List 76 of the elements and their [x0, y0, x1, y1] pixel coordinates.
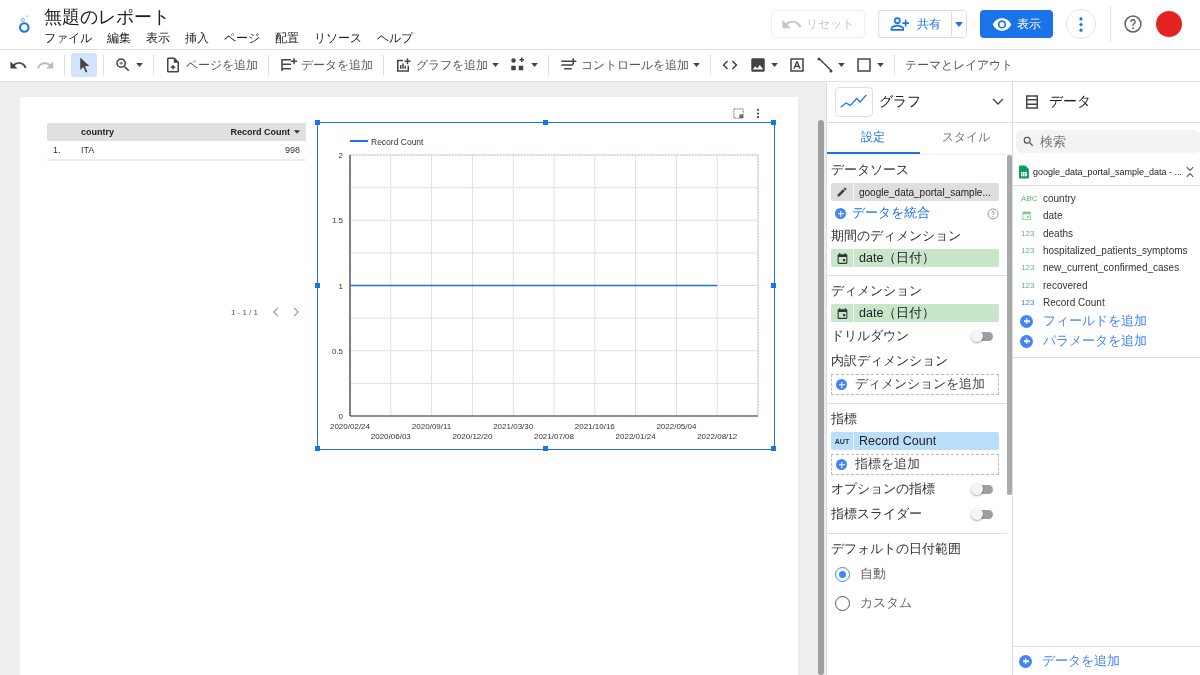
field-item[interactable]: 123 new_current_confirmed_cases [1013, 259, 1200, 277]
y-tick-label: 1 [338, 281, 343, 291]
x-tick-label: 2022/05/04 [656, 422, 697, 431]
y-tick-label: 0 [338, 412, 343, 421]
toolbar-button[interactable]: テーマとレイアウト [901, 53, 1017, 78]
toolbar-button[interactable]: データを追加 [275, 53, 377, 78]
pagination-text: 1 - 1 / 1 [230, 307, 258, 317]
section-heading: デフォルトの日付範囲 [831, 541, 962, 558]
x-tick-label: 2020/02/24 [330, 422, 370, 431]
section-heading: 内訳ディメンション [831, 353, 949, 370]
toolbar-button[interactable]: コントロールを追加 [555, 53, 704, 78]
menu-item[interactable]: 表示 [146, 29, 170, 47]
add-dimension-button[interactable]: ディメンションを追加 [831, 374, 999, 395]
x-tick-label: 2020/12/20 [452, 432, 493, 441]
menu-item[interactable]: 配置 [275, 29, 299, 47]
x-tick-label: 2021/03/30 [493, 422, 534, 431]
radio-label: カスタム [860, 595, 912, 612]
data-source-name[interactable]: google_data_portal_sample_data - ... [1032, 167, 1183, 177]
y-tick-label: 1.5 [331, 216, 343, 226]
section-heading: 指標 [831, 411, 858, 428]
panel-title: グラフ [879, 93, 922, 111]
data-source-chip[interactable]: google_data_portal_sample... [831, 183, 999, 201]
field-type-label: ABC [1021, 194, 1038, 204]
view-button[interactable]: 表示 [980, 10, 1053, 39]
table-cell-text: ITA [81, 145, 96, 155]
add-parameter-link[interactable]: パラメータを追加 [1013, 331, 1200, 352]
x-tick-label: 2020/06/03 [370, 432, 411, 441]
table-cell-text: 998 [284, 145, 301, 155]
add-field-link[interactable]: フィールドを追加 [1013, 311, 1200, 332]
field-type-label: 123 [1021, 246, 1035, 256]
toolbar-button[interactable]: ページを追加 [160, 53, 262, 78]
y-tick-label: 2 [338, 151, 343, 160]
field-item[interactable]: ABC country [1013, 190, 1200, 208]
toggle-label: ドリルダウン [831, 328, 909, 345]
menu-item[interactable]: ヘルプ [377, 29, 413, 47]
field-item[interactable]: date [1013, 207, 1200, 225]
x-tick-label: 2021/07/08 [534, 432, 574, 441]
radio-label: 自動 [860, 566, 886, 583]
add-metric-button[interactable]: 指標を追加 [831, 454, 999, 475]
field-item[interactable]: 123 deaths [1013, 224, 1200, 242]
row-number: 1. [52, 145, 62, 155]
x-tick-label: 2021/10/16 [574, 422, 615, 431]
menu-item[interactable]: 編集 [107, 29, 131, 47]
dimension-chip[interactable]: date（日付） [831, 304, 999, 322]
dimension-chip[interactable]: date（日付） [831, 249, 999, 267]
column-header[interactable]: Record Count [230, 127, 306, 137]
menu-item[interactable]: 挿入 [185, 29, 209, 47]
menu-item[interactable]: ファイル [44, 29, 92, 47]
x-tick-label: 2022/01/24 [615, 432, 656, 441]
toggle-label: 指標スライダー [831, 506, 922, 523]
x-tick-label: 2020/09/11 [411, 422, 452, 431]
menu-item[interactable]: リソース [314, 29, 362, 47]
share-button[interactable]: 共有 [878, 10, 951, 39]
legend-label: Record Count [371, 136, 425, 147]
section-heading: ディメンション [831, 283, 923, 300]
field-type-label: 123 [1021, 297, 1035, 307]
field-type-label: 123 [1021, 228, 1035, 238]
chart-legend: Record Count [349, 136, 424, 147]
y-tick-label: 0.5 [331, 346, 343, 356]
field-item[interactable]: 123 Record Count [1013, 293, 1200, 312]
toolbar-button[interactable]: グラフを追加 [390, 53, 503, 78]
section-heading: 期間のディメンション [831, 228, 962, 245]
field-type-label: 123 [1021, 263, 1035, 273]
blend-data-link[interactable]: データを統合 [852, 205, 981, 222]
add-data-link[interactable]: データを追加 [1013, 646, 1200, 675]
x-tick-label: 2022/08/12 [697, 432, 738, 441]
report-title[interactable]: 無題のレポート [44, 5, 413, 28]
panel-title: データ [1049, 93, 1092, 111]
menu-item[interactable]: ページ [224, 29, 260, 47]
field-item[interactable]: 123 hospitalized_patients_symptoms [1013, 241, 1200, 260]
column-header[interactable]: country [81, 127, 231, 137]
section-heading: データソース [831, 162, 910, 179]
field-item[interactable]: 123 recovered [1013, 276, 1200, 294]
field-type-label: 123 [1021, 280, 1035, 290]
toggle-label: オプションの指標 [831, 481, 935, 498]
search-field[interactable]: 検索 [1016, 130, 1200, 153]
